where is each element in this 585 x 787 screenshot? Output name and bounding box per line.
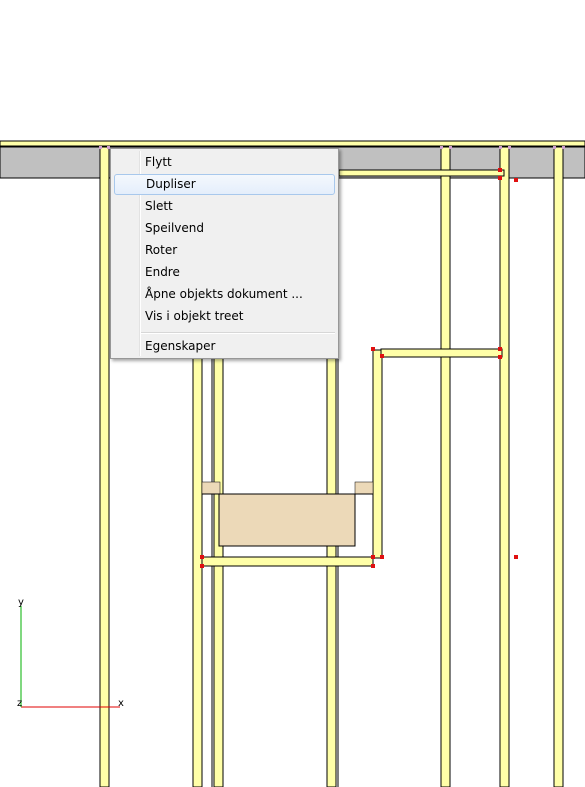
menu-item-speilvend[interactable]: Speilvend: [114, 218, 335, 239]
stud-4[interactable]: [326, 354, 337, 787]
horizontal-member-lower[interactable]: [201, 556, 374, 567]
z-axis-label: z: [17, 698, 23, 709]
x-axis-label: x: [118, 698, 124, 709]
y-axis-label: y: [18, 597, 24, 608]
stud-3[interactable]: [213, 354, 224, 787]
header-block[interactable]: [201, 481, 374, 547]
horizontal-member-mid[interactable]: [380, 348, 503, 358]
menu-item-slett[interactable]: Slett: [114, 196, 335, 217]
drawing-canvas[interactable]: [0, 0, 585, 787]
menu-item-show-in-tree[interactable]: Vis i objekt treet: [114, 306, 335, 327]
stud-7[interactable]: [499, 146, 510, 787]
menu-item-open-document[interactable]: Åpne objekts dokument ...: [114, 284, 335, 305]
menu-item-dupliser[interactable]: Dupliser: [114, 174, 335, 195]
menu-item-roter[interactable]: Roter: [114, 240, 335, 261]
menu-item-egenskaper[interactable]: Egenskaper: [114, 336, 335, 357]
stud-8[interactable]: [553, 146, 564, 787]
menu-item-flytt[interactable]: Flytt: [114, 152, 335, 173]
stud-1[interactable]: [99, 146, 110, 787]
stud-5[interactable]: [372, 349, 383, 559]
context-menu: Flytt Dupliser Slett Speilvend Roter End…: [110, 148, 339, 359]
menu-separator: [141, 332, 335, 334]
horizontal-member-upper[interactable]: [338, 169, 505, 177]
stud-6[interactable]: [440, 146, 451, 787]
stud-2[interactable]: [192, 354, 203, 787]
menu-item-endre[interactable]: Endre: [114, 262, 335, 283]
